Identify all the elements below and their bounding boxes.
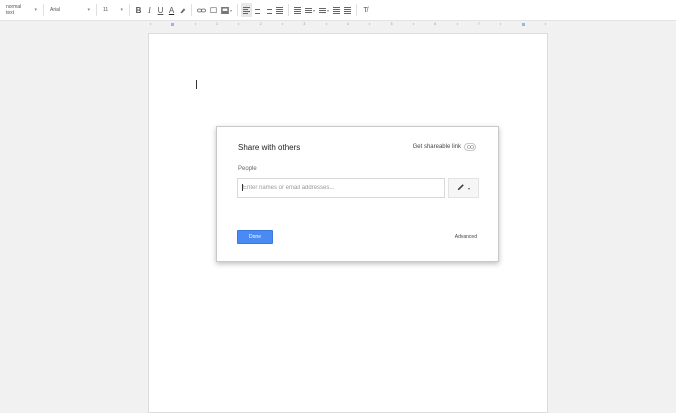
pencil-icon bbox=[457, 183, 465, 193]
ruler-number: 6 bbox=[434, 22, 437, 26]
advanced-link[interactable]: Advanced bbox=[455, 234, 477, 240]
share-dialog: Share with others Get shareable link Peo… bbox=[216, 126, 499, 262]
font-family-select[interactable]: Arial ▾ bbox=[47, 3, 93, 17]
font-family-value: Arial bbox=[50, 7, 61, 13]
bold-button[interactable]: B bbox=[133, 3, 144, 17]
ruler-number: 4 bbox=[346, 22, 349, 26]
text-color-button[interactable]: A bbox=[166, 3, 177, 17]
toolbar-divider bbox=[96, 4, 97, 16]
ruler-tick bbox=[500, 23, 502, 25]
people-label: People bbox=[238, 166, 257, 172]
chevron-down-icon: ▾ bbox=[327, 7, 330, 13]
align-center-icon[interactable] bbox=[252, 3, 263, 17]
decrease-indent-icon[interactable] bbox=[331, 3, 342, 17]
font-size-value: 11 bbox=[103, 7, 109, 13]
toolbar-divider bbox=[43, 4, 44, 16]
ruler-number: 7 bbox=[477, 22, 480, 26]
toolbar-divider bbox=[237, 4, 239, 16]
chevron-down-icon: ▾ bbox=[230, 7, 233, 13]
toolbar-divider bbox=[288, 4, 290, 16]
chevron-down-icon: ▾ bbox=[34, 7, 37, 13]
get-shareable-link[interactable]: Get shareable link bbox=[413, 143, 476, 151]
permission-dropdown[interactable]: ▾ bbox=[448, 178, 479, 198]
ruler: 1 2 3 4 5 6 7 bbox=[148, 21, 548, 27]
ruler-tick bbox=[194, 23, 196, 25]
paragraph-style-value: normal text bbox=[6, 4, 22, 16]
ruler-number: 5 bbox=[390, 22, 393, 26]
clear-formatting-icon[interactable]: T̸ bbox=[360, 3, 371, 17]
italic-button[interactable]: I bbox=[144, 3, 155, 17]
numbered-list-icon[interactable]: ▾ bbox=[303, 3, 317, 17]
line-spacing-icon[interactable] bbox=[292, 3, 303, 17]
email-field[interactable] bbox=[237, 178, 445, 198]
ruler-tick bbox=[325, 23, 327, 25]
increase-indent-icon[interactable] bbox=[342, 3, 353, 17]
ruler-tick bbox=[281, 23, 283, 25]
toolbar-divider bbox=[191, 4, 192, 16]
input-cursor bbox=[242, 184, 243, 191]
left-indent-marker[interactable] bbox=[171, 22, 175, 26]
bulleted-list-icon[interactable]: ▾ bbox=[317, 3, 331, 17]
chevron-down-icon: ▾ bbox=[313, 7, 316, 13]
highlight-icon[interactable] bbox=[177, 3, 188, 17]
ruler-number: 2 bbox=[259, 22, 262, 26]
done-button[interactable]: Done bbox=[237, 230, 273, 244]
chevron-down-icon: ▾ bbox=[120, 7, 123, 13]
ruler-tick bbox=[456, 23, 458, 25]
align-left-icon[interactable] bbox=[241, 3, 253, 17]
align-right-icon[interactable] bbox=[263, 3, 274, 17]
formatting-toolbar: normal text ▾ Arial ▾ 11 ▾ B I U A ▾ ▾ ▾… bbox=[0, 0, 676, 21]
align-justify-icon[interactable] bbox=[274, 3, 285, 17]
ruler-tick bbox=[369, 23, 371, 25]
image-icon[interactable]: ▾ bbox=[219, 3, 234, 17]
chevron-down-icon: ▾ bbox=[467, 185, 470, 191]
ruler-tick bbox=[238, 23, 240, 25]
shareable-link-label: Get shareable link bbox=[412, 144, 461, 150]
text-cursor bbox=[196, 80, 197, 89]
underline-button[interactable]: U bbox=[155, 3, 166, 17]
link-icon[interactable] bbox=[195, 3, 208, 17]
toolbar-divider bbox=[129, 4, 130, 16]
font-size-select[interactable]: 11 ▾ bbox=[100, 3, 126, 17]
toolbar-divider bbox=[356, 4, 358, 16]
ruler-number: 3 bbox=[303, 22, 306, 26]
right-indent-marker[interactable] bbox=[521, 22, 525, 26]
chevron-down-icon: ▾ bbox=[87, 7, 90, 13]
paragraph-style-select[interactable]: normal text ▾ bbox=[0, 3, 40, 17]
comment-icon[interactable] bbox=[208, 3, 219, 17]
ruler-tick bbox=[150, 23, 151, 25]
ruler-tick bbox=[544, 23, 546, 25]
link-icon bbox=[464, 143, 476, 151]
ruler-tick bbox=[412, 23, 414, 25]
ruler-number: 1 bbox=[216, 22, 218, 26]
dialog-title: Share with others bbox=[238, 143, 301, 152]
